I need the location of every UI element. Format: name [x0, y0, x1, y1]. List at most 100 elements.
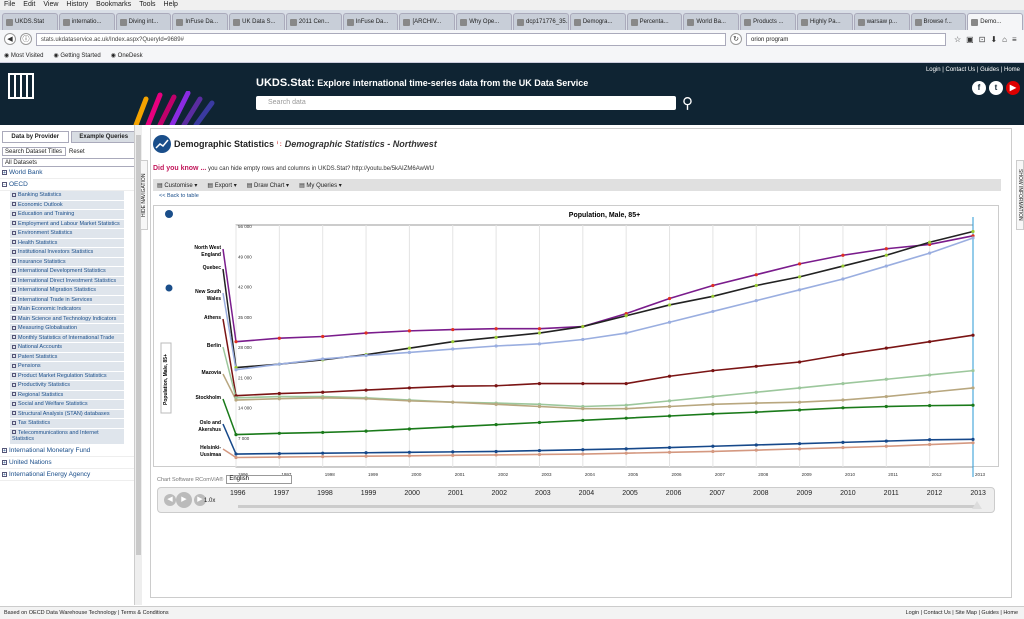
rewind-icon[interactable]: ◀ [164, 494, 176, 506]
data-point[interactable] [841, 353, 845, 357]
year-label[interactable]: 2005 [622, 490, 638, 497]
data-point[interactable] [364, 429, 368, 433]
home-icon[interactable]: ⌂ [1002, 35, 1007, 44]
top-links[interactable]: Login | Contact Us | Guides | Home [926, 67, 1020, 73]
year-label[interactable]: 1998 [317, 490, 333, 497]
data-point[interactable] [711, 309, 715, 314]
browser-tab[interactable]: Diving int... [115, 13, 172, 30]
data-point[interactable] [711, 449, 715, 454]
dataset-item[interactable]: Education and Training [10, 210, 124, 220]
expand-icon[interactable]: + [2, 447, 7, 453]
toolbar-customise[interactable]: ▤ Customise ▾ [157, 182, 197, 189]
provider-item[interactable]: + World Bank [0, 167, 139, 179]
browser-tab[interactable]: 2011 Cen... [285, 13, 342, 30]
browser-tab[interactable]: Demogra... [569, 13, 626, 30]
data-point[interactable] [884, 439, 888, 443]
data-point[interactable] [321, 390, 325, 394]
data-point[interactable] [971, 437, 975, 441]
year-label[interactable]: 2012 [927, 490, 943, 497]
data-point[interactable] [321, 455, 325, 459]
data-point[interactable] [537, 420, 542, 425]
data-point[interactable] [494, 449, 498, 454]
data-point[interactable] [754, 410, 758, 414]
data-point[interactable] [581, 407, 585, 411]
data-point[interactable] [321, 357, 325, 361]
status-left[interactable]: Based on OECD Data Warehouse Technology … [4, 610, 169, 616]
data-point[interactable] [884, 247, 888, 251]
data-point[interactable] [624, 381, 628, 386]
star-icon[interactable]: ☆ [954, 35, 961, 44]
bookmark-item[interactable]: ◉ Getting Started [53, 52, 100, 59]
data-point[interactable] [667, 374, 672, 378]
browser-tab[interactable]: Percenta... [626, 13, 683, 30]
year-label[interactable]: 2000 [404, 490, 420, 497]
data-point[interactable] [797, 408, 802, 412]
lock-icon[interactable]: ⊡ [979, 35, 986, 44]
slider-handle[interactable] [972, 501, 982, 509]
menu-item[interactable]: File [4, 0, 15, 10]
collapse-icon[interactable]: − [2, 182, 7, 188]
expand-icon[interactable] [12, 392, 16, 397]
data-point[interactable] [277, 397, 281, 401]
dataset-item[interactable]: Environment Statistics [10, 229, 124, 239]
data-point[interactable] [364, 397, 368, 401]
provider-item[interactable]: − OECD [0, 179, 139, 191]
data-point[interactable] [407, 346, 412, 350]
browser-tab[interactable]: [ARCHIV... [399, 13, 456, 30]
dataset-item[interactable]: International Trade in Services [10, 295, 124, 305]
year-label[interactable]: 1997 [274, 490, 290, 497]
data-point[interactable] [797, 400, 802, 404]
data-point[interactable] [841, 398, 845, 402]
dataset-item[interactable]: Main Science and Technology Indicators [10, 314, 124, 324]
data-point[interactable] [277, 336, 281, 340]
data-point[interactable] [234, 340, 238, 344]
search-icon[interactable]: ⚲ [682, 94, 693, 112]
data-point[interactable] [537, 331, 542, 335]
data-point[interactable] [451, 450, 455, 454]
toolbar-draw-chart[interactable]: ▤ Draw Chart ▾ [247, 182, 289, 189]
dataset-search-input[interactable]: Search Dataset Titles [2, 147, 66, 156]
data-point[interactable] [364, 454, 368, 458]
dataset-item[interactable]: International Migration Statistics [10, 286, 124, 296]
help-icon[interactable] [165, 210, 173, 218]
year-label[interactable]: 1996 [230, 490, 246, 497]
data-point[interactable] [537, 381, 542, 386]
data-point[interactable] [928, 442, 932, 447]
dataset-item[interactable]: Measuring Globalisation [10, 324, 124, 334]
year-label[interactable]: 2002 [491, 490, 507, 497]
expand-icon[interactable] [12, 316, 16, 321]
browser-tab[interactable]: InFuse Da... [342, 13, 399, 30]
expand-icon[interactable] [12, 221, 16, 226]
data-point[interactable] [841, 253, 845, 257]
back-to-table-link[interactable]: << Back to table [159, 193, 199, 199]
data-point[interactable] [624, 447, 628, 451]
data-point[interactable] [667, 296, 672, 301]
expand-icon[interactable]: + [2, 459, 7, 465]
data-point[interactable] [884, 346, 888, 350]
data-point[interactable] [841, 381, 845, 386]
data-point[interactable] [277, 362, 281, 366]
menu-item[interactable]: Help [164, 0, 178, 10]
provider-item[interactable]: + International Monetary Fund [0, 445, 139, 457]
data-point[interactable] [407, 454, 412, 458]
data-point[interactable] [451, 400, 455, 404]
data-point[interactable] [364, 388, 368, 392]
data-point[interactable] [754, 390, 758, 394]
info-icon[interactable] [165, 284, 173, 292]
play-icon[interactable]: ▶ [176, 492, 192, 508]
data-point[interactable] [624, 451, 628, 455]
year-label[interactable]: 2003 [535, 490, 551, 497]
reset-button[interactable]: Reset [69, 149, 85, 155]
data-point[interactable] [407, 350, 412, 355]
menu-item[interactable]: Edit [23, 0, 35, 10]
data-point[interactable] [841, 264, 845, 268]
data-point[interactable] [277, 452, 281, 456]
data-point[interactable] [494, 423, 498, 427]
data-point[interactable] [754, 401, 758, 405]
data-point[interactable] [234, 398, 238, 402]
year-label[interactable]: 2006 [666, 490, 682, 497]
data-point[interactable] [797, 288, 802, 292]
data-point[interactable] [494, 335, 498, 339]
browser-tab[interactable]: UK Data S... [229, 13, 285, 30]
data-point[interactable] [711, 412, 715, 416]
